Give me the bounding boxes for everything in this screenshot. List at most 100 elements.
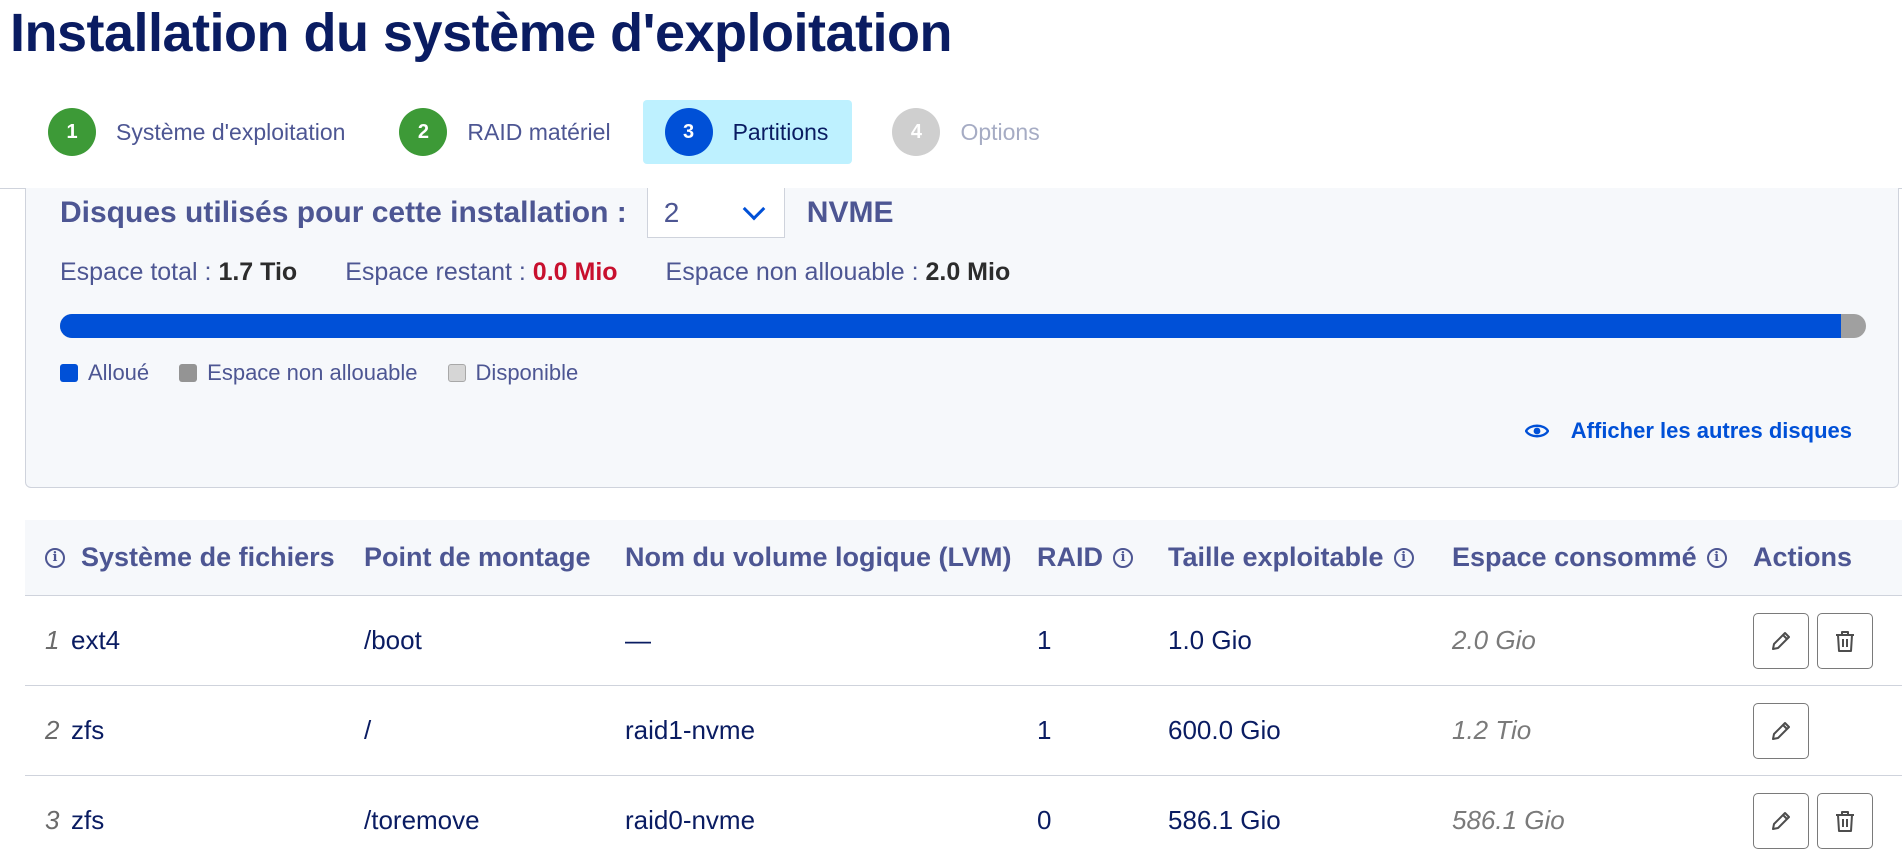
header-size: Taille exploitable i	[1168, 542, 1452, 573]
delete-partition-button[interactable]	[1817, 792, 1873, 849]
cell-mountpoint: /	[364, 715, 372, 745]
eye-icon	[1524, 424, 1549, 438]
table-header: i Système de fichiers Point de montage No…	[25, 520, 1902, 596]
pencil-icon	[1772, 811, 1790, 830]
header-label: Système de fichiers	[81, 542, 335, 572]
cell-consumed: 1.2 Tio	[1452, 715, 1532, 745]
step-hardware-raid[interactable]: 2 RAID matériel	[399, 100, 624, 164]
legend-label: Disponible	[475, 360, 579, 385]
info-icon[interactable]: i	[1393, 547, 1414, 568]
cell-size: 600.0 Gio	[1168, 715, 1281, 745]
step-number: 1	[48, 108, 96, 156]
show-other-disks-link[interactable]: Afficher les autres disques	[1524, 418, 1852, 444]
disk-selection-row: Disques utilisés pour cette installation…	[60, 188, 893, 238]
table-row: 1 ext4 /boot — 1 1.0 Gio 2.0 Gio	[25, 596, 1902, 686]
edit-partition-button[interactable]	[1753, 702, 1809, 759]
legend-allocated: Alloué	[60, 360, 149, 386]
remaining-space: Espace restant : 0.0 Mio	[345, 258, 617, 287]
partitions-table: i Système de fichiers Point de montage No…	[25, 520, 1902, 855]
page-title: Installation du système d'exploitation	[10, 3, 953, 63]
disk-count-select[interactable]: 2	[646, 188, 785, 238]
cell-actions	[1753, 612, 1902, 669]
disk-count-value: 2	[663, 196, 680, 228]
legend-swatch-unallocatable	[179, 364, 198, 382]
cell-filesystem: 1 ext4	[25, 625, 364, 656]
usage-legend: Alloué Espace non allouable Disponible	[60, 360, 608, 386]
step-options[interactable]: 4 Options	[892, 100, 1053, 164]
edit-partition-button[interactable]	[1753, 612, 1809, 669]
row-index: 1	[45, 625, 60, 655]
legend-swatch-available	[447, 364, 466, 382]
legend-label: Espace non allouable	[207, 360, 418, 385]
filesystem-value: zfs	[71, 805, 105, 835]
cell-consumed: 2.0 Gio	[1452, 625, 1536, 655]
legend-unallocatable: Espace non allouable	[179, 360, 418, 386]
cell-lvm: raid1-nvme	[625, 715, 756, 745]
info-icon[interactable]: i	[45, 547, 65, 568]
step-label: RAID matériel	[467, 118, 611, 145]
table-row: 3 zfs /toremove raid0-nvme 0 586.1 Gio 58…	[25, 776, 1902, 855]
info-icon[interactable]: i	[1706, 547, 1727, 568]
pencil-icon	[1772, 631, 1790, 650]
step-number: 2	[399, 108, 448, 156]
step-operating-system[interactable]: 1 Système d'exploitation	[48, 100, 359, 164]
space-usage-bar	[60, 314, 1866, 338]
step-label: Partitions	[732, 118, 829, 145]
filesystem-value: ext4	[71, 625, 121, 655]
cell-actions	[1753, 702, 1902, 759]
chevron-down-icon	[742, 197, 766, 220]
disk-count-label: Disques utilisés pour cette installation…	[60, 196, 627, 229]
step-label: Système d'exploitation	[116, 118, 346, 145]
step-label: Options	[960, 118, 1040, 145]
header-lvm: Nom du volume logique (LVM)	[625, 542, 1012, 572]
header-filesystem: i Système de fichiers	[25, 542, 364, 573]
cell-raid: 0	[1037, 805, 1052, 835]
cell-mountpoint: /toremove	[364, 805, 480, 835]
row-index: 2	[45, 715, 60, 745]
cell-filesystem: 2 zfs	[25, 715, 364, 746]
cell-mountpoint: /boot	[364, 625, 422, 655]
trash-icon	[1836, 810, 1854, 832]
delete-partition-button[interactable]	[1817, 612, 1873, 669]
total-space-label: Espace total :	[60, 258, 212, 286]
legend-label: Alloué	[88, 360, 150, 385]
header-consumed: Espace consommé i	[1452, 542, 1753, 573]
cell-lvm: —	[625, 625, 651, 655]
header-actions: Actions	[1753, 542, 1853, 572]
cell-size: 1.0 Gio	[1168, 625, 1252, 655]
step-number: 4	[892, 108, 941, 156]
cell-filesystem: 3 zfs	[25, 805, 364, 836]
cell-lvm: raid0-nvme	[625, 805, 756, 835]
row-index: 3	[45, 805, 60, 835]
show-other-disks-label: Afficher les autres disques	[1570, 418, 1852, 443]
remaining-space-label: Espace restant :	[345, 258, 526, 286]
header-mountpoint: Point de montage	[364, 542, 591, 572]
cell-consumed: 586.1 Gio	[1452, 805, 1565, 835]
cell-raid: 1	[1037, 715, 1052, 745]
header-label: RAID	[1037, 542, 1103, 572]
legend-swatch-allocated	[60, 364, 78, 382]
total-space: Espace total : 1.7 Tio	[60, 258, 297, 287]
filesystem-value: zfs	[71, 715, 105, 745]
edit-partition-button[interactable]	[1753, 792, 1809, 849]
total-space-value: 1.7 Tio	[218, 258, 298, 286]
disk-usage-panel: Disques utilisés pour cette installation…	[25, 188, 1899, 488]
header-label: Taille exploitable	[1168, 542, 1384, 572]
unallocatable-space: Espace non allouable : 2.0 Mio	[666, 258, 1011, 287]
info-icon[interactable]: i	[1113, 547, 1133, 568]
step-partitions[interactable]: 3 Partitions	[642, 100, 853, 164]
remaining-space-value: 0.0 Mio	[532, 258, 618, 286]
disk-type: NVME	[806, 196, 894, 229]
header-label: Espace consommé	[1452, 542, 1697, 572]
table-row: 2 zfs / raid1-nvme 1 600.0 Gio 1.2 Tio	[25, 686, 1902, 776]
allocated-fill	[60, 314, 1841, 338]
cell-actions	[1753, 792, 1902, 849]
step-number: 3	[664, 108, 713, 156]
legend-available: Disponible	[447, 360, 579, 386]
pencil-icon	[1772, 721, 1790, 740]
stepper: 1 Système d'exploitation 2 RAID matériel…	[48, 100, 1094, 164]
header-raid: RAID i	[1037, 542, 1168, 573]
cell-raid: 1	[1037, 625, 1052, 655]
trash-icon	[1836, 630, 1854, 652]
unallocatable-space-value: 2.0 Mio	[925, 258, 1011, 286]
